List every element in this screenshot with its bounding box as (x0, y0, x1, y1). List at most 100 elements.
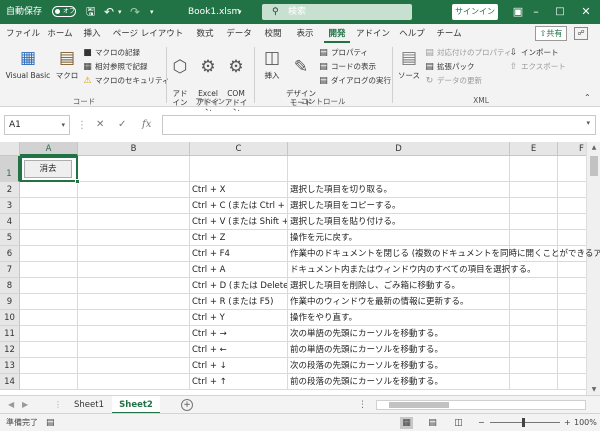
cell-b13[interactable] (78, 358, 190, 374)
tab-view[interactable]: 表示 (290, 24, 320, 44)
row-header-5[interactable]: 5 (0, 230, 20, 246)
column-header-d[interactable]: D (288, 142, 510, 156)
cell-e12[interactable] (510, 342, 558, 358)
add-sheet-icon[interactable]: + (181, 399, 193, 411)
row-header-10[interactable]: 10 (0, 310, 20, 326)
customize-qat-icon[interactable]: ▾ (150, 0, 154, 24)
cell-c13[interactable]: Ctrl + ↓ (190, 358, 288, 374)
cell-e2[interactable] (510, 182, 558, 198)
cell-c4[interactable]: Ctrl + V (または Shift + Insert) (190, 214, 288, 230)
run-dialog-button[interactable]: ▤ ダイアログの実行 (318, 75, 391, 87)
cell-d12[interactable]: 前の単語の先頭にカーソルを移動する。 (288, 342, 510, 358)
row-header-11[interactable]: 11 (0, 326, 20, 342)
cell-a12[interactable] (20, 342, 78, 358)
enter-icon[interactable]: ✓ (118, 115, 126, 135)
cell-b8[interactable] (78, 278, 190, 294)
row-header-14[interactable]: 14 (0, 374, 20, 390)
cell-e4[interactable] (510, 214, 558, 230)
row-header-7[interactable]: 7 (0, 262, 20, 278)
cell-c7[interactable]: Ctrl + A (190, 262, 288, 278)
map-properties-button[interactable]: ▤ 対応付けのプロパティ (424, 47, 511, 59)
insert-function-button[interactable]: fx (142, 115, 151, 135)
close-icon[interactable]: ✕ (572, 0, 600, 24)
expand-formula-icon[interactable]: ▾ (586, 119, 590, 127)
insert-control-button[interactable]: ◫ 挿入 (258, 47, 286, 80)
comments-icon[interactable]: ☍ (574, 27, 588, 40)
cell-b14[interactable] (78, 374, 190, 390)
cell-a11[interactable] (20, 326, 78, 342)
tab-team[interactable]: チーム (432, 24, 466, 44)
cell-a14[interactable] (20, 374, 78, 390)
collapse-ribbon-icon[interactable]: ⌃ (584, 92, 591, 104)
row-header-6[interactable]: 6 (0, 246, 20, 262)
cell-d10[interactable]: 操作をやり直す。 (288, 310, 510, 326)
normal-view-icon[interactable]: ▦ (400, 417, 413, 429)
cell-a3[interactable] (20, 198, 78, 214)
cell-e1[interactable] (510, 156, 558, 182)
tab-insert[interactable]: 挿入 (78, 24, 106, 44)
properties-button[interactable]: ▤ プロパティ (318, 47, 368, 59)
formula-input[interactable]: ▾ (162, 115, 596, 135)
sheet-menu-icon[interactable]: ⋮ (54, 396, 62, 414)
cell-a9[interactable] (20, 294, 78, 310)
cell-c6[interactable]: Ctrl + F4 (190, 246, 288, 262)
vertical-scroll-thumb[interactable] (590, 156, 598, 176)
cell-d6[interactable]: 作業中のドキュメントを閉じる (複数のドキュメントを同時に開くことができるアプリ… (288, 246, 600, 262)
next-sheet-icon[interactable]: ▶ (22, 396, 28, 414)
page-break-view-icon[interactable]: ◫ (452, 417, 465, 429)
cell-c8[interactable]: Ctrl + D (または Delete) (190, 278, 288, 294)
cell-c2[interactable]: Ctrl + X (190, 182, 288, 198)
search-box[interactable]: ⚲ 検索 (262, 4, 412, 20)
cell-c9[interactable]: Ctrl + R (または F5) (190, 294, 288, 310)
cell-b5[interactable] (78, 230, 190, 246)
cell-b9[interactable] (78, 294, 190, 310)
cell-d7[interactable]: ドキュメント内またはウィンドウ内のすべての項目を選択する。 (288, 262, 536, 278)
tab-file[interactable]: ファイル (4, 24, 42, 44)
cell-b12[interactable] (78, 342, 190, 358)
horizontal-scroll-thumb[interactable] (389, 402, 449, 408)
prev-sheet-icon[interactable]: ◀ (8, 396, 14, 414)
zoom-slider-knob[interactable] (522, 418, 525, 427)
cell-a13[interactable] (20, 358, 78, 374)
column-header-e[interactable]: E (510, 142, 558, 156)
redo-icon[interactable]: ↷ (130, 0, 140, 24)
clear-button[interactable]: 消去 (24, 160, 72, 178)
cell-e10[interactable] (510, 310, 558, 326)
cell-e3[interactable] (510, 198, 558, 214)
cell-e9[interactable] (510, 294, 558, 310)
tab-addins[interactable]: アドイン (354, 24, 392, 44)
row-header-3[interactable]: 3 (0, 198, 20, 214)
cell-a7[interactable] (20, 262, 78, 278)
cell-e11[interactable] (510, 326, 558, 342)
tab-data[interactable]: データ (222, 24, 256, 44)
cell-b1[interactable] (78, 156, 190, 182)
column-header-c[interactable]: C (190, 142, 288, 156)
zoom-out-icon[interactable]: − (478, 414, 485, 432)
tab-developer[interactable]: 開発 (322, 24, 352, 44)
cell-b7[interactable] (78, 262, 190, 278)
row-header-8[interactable]: 8 (0, 278, 20, 294)
sheet-tab-sheet1[interactable]: Sheet1 (66, 396, 112, 414)
scroll-up-icon[interactable]: ▲ (587, 144, 600, 151)
page-layout-view-icon[interactable]: ▤ (426, 417, 439, 429)
cell-b2[interactable] (78, 182, 190, 198)
export-button[interactable]: ⇧ エクスポート (508, 61, 566, 73)
cell-d2[interactable]: 選択した項目を切り取る。 (288, 182, 510, 198)
tab-split-icon[interactable]: ⋮ (358, 396, 367, 414)
cancel-icon[interactable]: ✕ (96, 115, 104, 135)
expansion-packs-button[interactable]: ▤ 拡張パック (424, 61, 474, 73)
tab-page-layout[interactable]: ページ レイアウト (108, 24, 188, 44)
cell-e5[interactable] (510, 230, 558, 246)
horizontal-scrollbar[interactable] (376, 400, 586, 410)
undo-icon[interactable]: ↶ (104, 0, 114, 24)
cell-d13[interactable]: 次の段落の先頭にカーソルを移動する。 (288, 358, 510, 374)
cell-c5[interactable]: Ctrl + Z (190, 230, 288, 246)
cell-c1[interactable] (190, 156, 288, 182)
cell-b3[interactable] (78, 198, 190, 214)
cell-a5[interactable] (20, 230, 78, 246)
row-header-9[interactable]: 9 (0, 294, 20, 310)
vertical-scrollbar[interactable]: ▲ ▼ (586, 142, 600, 395)
maximize-icon[interactable]: □ (546, 0, 574, 24)
cell-a8[interactable] (20, 278, 78, 294)
cell-c14[interactable]: Ctrl + ↑ (190, 374, 288, 390)
